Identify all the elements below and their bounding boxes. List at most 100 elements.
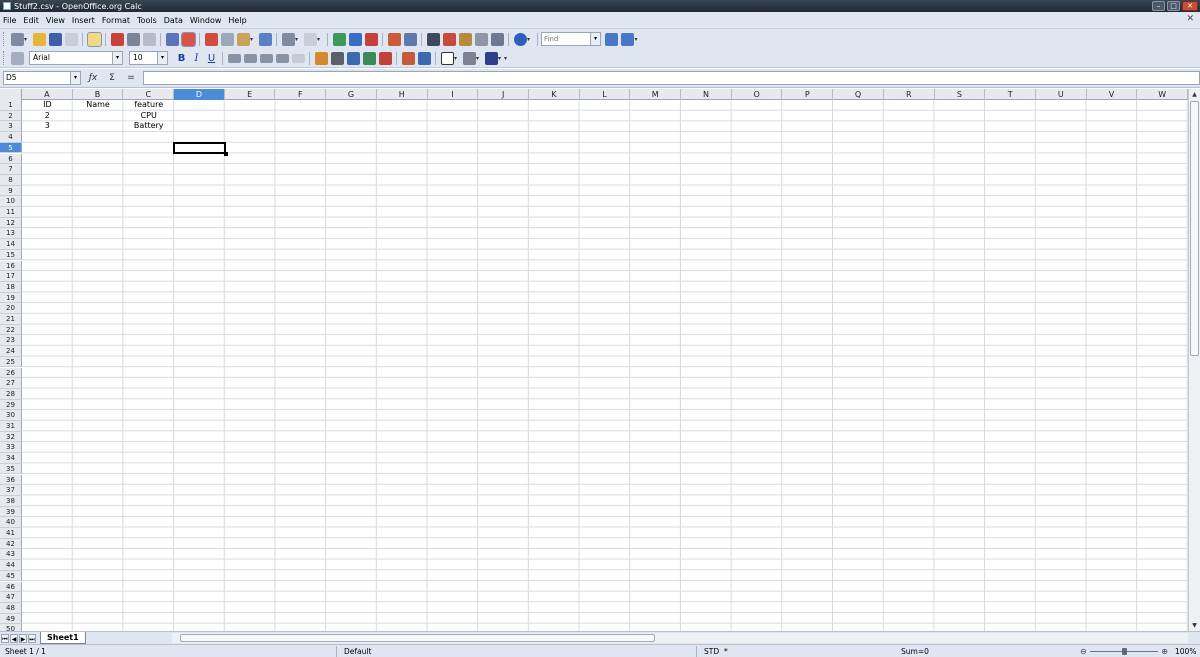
row-header-40[interactable]: 40 [0,517,22,528]
new-dropdown-icon[interactable]: ▾ [24,36,29,43]
find-previous-icon[interactable] [621,32,634,46]
column-header-e[interactable]: E [225,89,276,100]
add-decimal-icon[interactable] [362,51,376,65]
undo-dropdown-icon[interactable]: ▾ [295,36,300,43]
align-right-icon[interactable] [259,53,273,63]
page-preview-icon[interactable] [142,32,156,46]
row-header-46[interactable]: 46 [0,581,22,593]
export-pdf-icon[interactable] [110,32,124,46]
row-header-39[interactable]: 39 [0,506,22,518]
row-header-27[interactable]: 27 [0,378,22,389]
redo-dropdown-icon[interactable]: ▾ [317,36,322,43]
row-header-16[interactable]: 16 [0,260,22,272]
sum-icon[interactable]: Σ [105,72,119,85]
horizontal-scroll-thumb[interactable] [180,634,655,642]
font-size-field[interactable]: 10 [129,51,158,65]
column-header-l[interactable]: L [580,89,631,100]
row-header-29[interactable]: 29 [0,399,22,411]
column-header-b[interactable]: B [73,89,124,100]
row-header-50[interactable]: 50 [0,624,22,631]
close-document-icon[interactable]: ✕ [1186,14,1194,24]
column-header-s[interactable]: S [935,89,986,100]
row-header-31[interactable]: 31 [0,421,22,432]
column-header-i[interactable]: I [428,89,479,100]
menu-help[interactable]: Help [228,16,246,25]
function-icon[interactable]: = [124,72,138,85]
cell-c1[interactable]: feature [123,100,174,111]
find-next-icon[interactable] [605,32,618,46]
row-header-30[interactable]: 30 [0,410,22,421]
zoom-knob[interactable] [1122,648,1127,655]
row-header-35[interactable]: 35 [0,463,22,475]
cell-a2[interactable]: 2 [22,111,73,122]
name-box-dropdown-button[interactable]: ▾ [71,71,81,85]
align-left-icon[interactable] [227,53,241,63]
help-icon[interactable] [513,32,527,46]
column-header-m[interactable]: M [630,89,682,100]
column-header-t[interactable]: T [985,89,1036,100]
column-header-u[interactable]: U [1036,89,1087,100]
menu-data[interactable]: Data [164,16,183,25]
sort-descending-icon[interactable] [364,32,378,46]
row-header-18[interactable]: 18 [0,281,22,293]
currency-format-icon[interactable] [314,51,328,65]
zoom-in-icon[interactable]: ⊕ [1161,647,1168,656]
toolbar-options-icon[interactable]: ▾ [527,36,532,43]
cut-icon[interactable] [204,32,218,46]
edit-file-icon[interactable] [86,31,102,47]
paste-dropdown-icon[interactable]: ▾ [250,36,255,43]
row-header-7[interactable]: 7 [0,164,22,175]
sort-ascending-icon[interactable] [348,32,362,46]
hyperlink-icon[interactable] [332,32,346,46]
borders-dropdown-icon[interactable]: ▾ [454,55,459,62]
row-header-9[interactable]: 9 [0,185,22,197]
spellcheck-icon[interactable] [165,32,179,46]
column-header-p[interactable]: P [783,89,834,100]
row-header-33[interactable]: 33 [0,442,22,454]
calc-app-icon[interactable] [3,2,11,10]
row-header-26[interactable]: 26 [0,367,22,379]
datasources-icon[interactable] [474,32,488,46]
underline-button[interactable]: U [205,53,218,64]
row-header-19[interactable]: 19 [0,292,22,304]
row-header-6[interactable]: 6 [0,153,22,165]
standard-format-icon[interactable] [346,51,360,65]
clone-formatting-icon[interactable] [258,32,272,46]
gallery-icon[interactable] [458,32,472,46]
column-header-f[interactable]: F [276,89,327,100]
row-header-1[interactable]: 1 [0,100,22,111]
column-header-h[interactable]: H [377,89,428,100]
find-input[interactable]: Find [541,32,591,46]
row-header-28[interactable]: 28 [0,388,22,400]
row-header-45[interactable]: 45 [0,570,22,582]
background-color-icon[interactable] [462,51,476,65]
font-color-dropdown-icon[interactable]: ▾ [498,55,503,62]
status-sum[interactable]: Sum=0 [901,647,929,656]
cell-c3[interactable]: Battery [123,121,174,132]
menu-window[interactable]: Window [190,16,222,25]
paste-icon[interactable] [236,32,250,46]
row-header-8[interactable]: 8 [0,174,22,186]
chart-icon[interactable] [387,32,401,46]
row-header-11[interactable]: 11 [0,207,22,218]
cell-c2[interactable]: CPU [123,111,174,122]
cell-b1[interactable]: Name [73,100,124,111]
row-header-43[interactable]: 43 [0,549,22,561]
column-header-w[interactable]: W [1137,89,1188,100]
menu-file[interactable]: File [3,16,16,25]
font-name-dropdown-button[interactable]: ▾ [113,51,123,65]
scroll-down-arrow-icon[interactable]: ▼ [1189,620,1200,631]
select-all-corner[interactable] [0,89,22,100]
formula-input[interactable] [143,71,1200,85]
styles-formatting-icon[interactable] [10,51,24,65]
horizontal-scrollbar[interactable] [172,633,1188,643]
open-icon[interactable] [32,32,46,46]
print-icon[interactable] [126,32,140,46]
show-draw-functions-icon[interactable] [403,32,417,46]
font-color-icon[interactable] [484,51,498,65]
undo-icon[interactable] [281,32,295,46]
merge-cells-icon[interactable] [291,53,305,63]
menu-edit[interactable]: Edit [23,16,39,25]
cell-a1[interactable]: ID [22,100,73,111]
row-header-42[interactable]: 42 [0,538,22,550]
